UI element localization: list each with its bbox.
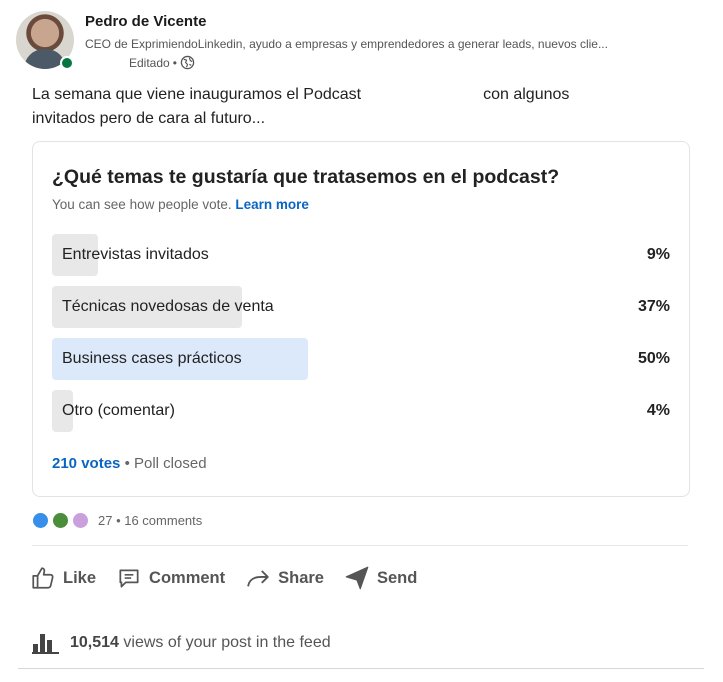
bar-chart-icon	[32, 634, 59, 654]
learn-more-link[interactable]: Learn more	[235, 197, 309, 212]
comment-label: Comment	[149, 568, 226, 587]
meta-separator: •	[172, 55, 177, 70]
post-author: Pedro de Vicente CEO de ExprimiendoLinke…	[16, 10, 706, 76]
edited-label: Editado	[129, 55, 170, 70]
poll-option-percent: 9%	[646, 246, 670, 263]
poll-option-label: Otro (comentar)	[62, 402, 175, 419]
globe-icon	[180, 55, 195, 70]
action-bar: Like Comment Share Send	[30, 565, 437, 591]
redacted-area	[361, 83, 483, 107]
poll-option-percent: 4%	[646, 402, 670, 419]
bottom-divider	[18, 668, 704, 669]
poll-footer: 210 votes • Poll closed	[52, 455, 207, 472]
divider	[32, 545, 688, 546]
support-icon	[52, 512, 69, 529]
comment-icon	[119, 569, 139, 588]
share-button[interactable]: Share	[245, 565, 324, 591]
poll-option-label: Entrevistas invitados	[62, 246, 209, 263]
poll-footer-separator: •	[124, 455, 130, 472]
insightful-icon	[72, 512, 89, 529]
post-text-part2: con algunos	[483, 86, 570, 103]
post-meta: Editado •	[129, 55, 195, 70]
poll-status: Poll closed	[134, 455, 207, 472]
post-text: La semana que viene inauguramos el Podca…	[32, 83, 632, 131]
author-headline: CEO de ExprimiendoLinkedin, ayudo a empr…	[85, 37, 608, 51]
share-arrow-icon	[247, 570, 269, 587]
post-views[interactable]: 10,514 views of your post in the feed	[32, 632, 331, 654]
poll-option-label: Business cases prácticos	[62, 350, 242, 367]
send-plane-icon	[345, 566, 369, 590]
thumbs-up-icon	[32, 567, 54, 589]
poll-option: Otro (comentar) 4%	[52, 390, 670, 432]
like-button[interactable]: Like	[30, 565, 96, 591]
poll-option: Business cases prácticos 50%	[52, 338, 670, 380]
online-status-icon	[60, 56, 74, 70]
poll-subtext: You can see how people vote. Learn more	[52, 197, 309, 212]
post-text-part1: La semana que viene inauguramos el Podca…	[32, 86, 362, 103]
views-count: 10,514	[70, 634, 119, 651]
poll-option-percent: 37%	[637, 298, 670, 315]
social-counts[interactable]: 27 • 16 comments	[32, 512, 202, 529]
poll-question: ¿Qué temas te gustaría que tratasemos en…	[52, 166, 560, 188]
poll-card: ¿Qué temas te gustaría que tratasemos en…	[32, 141, 690, 497]
poll-option: Entrevistas invitados 9%	[52, 234, 670, 276]
author-name[interactable]: Pedro de Vicente	[85, 13, 206, 30]
poll-option-percent: 50%	[637, 350, 670, 367]
send-label: Send	[376, 568, 418, 587]
like-icon	[32, 512, 49, 529]
poll-option: Técnicas novedosas de venta 37%	[52, 286, 670, 328]
share-label: Share	[278, 568, 324, 587]
views-text: views of your post in the feed	[123, 634, 331, 651]
comment-button[interactable]: Comment	[116, 565, 225, 591]
poll-votes-link[interactable]: 210 votes	[52, 455, 120, 472]
post-text-line2: invitados pero de cara al futuro...	[32, 110, 266, 127]
like-label: Like	[63, 568, 97, 587]
reactions-comments-count[interactable]: 27 • 16 comments	[98, 513, 202, 528]
poll-option-label: Técnicas novedosas de venta	[62, 298, 274, 315]
poll-visibility-note: You can see how people vote.	[52, 197, 232, 212]
send-button[interactable]: Send	[344, 565, 417, 591]
